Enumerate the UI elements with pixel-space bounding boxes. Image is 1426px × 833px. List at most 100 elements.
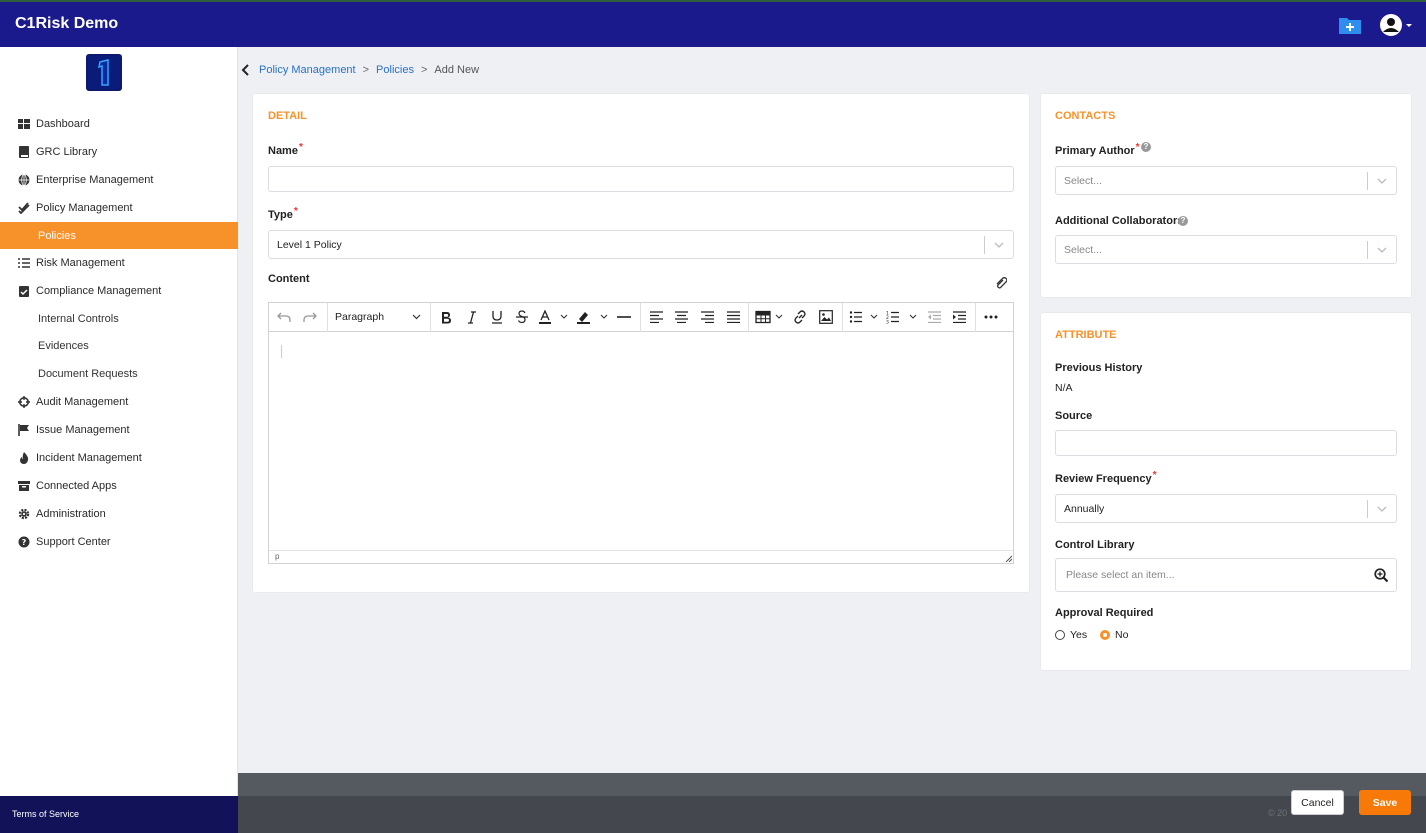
sidebar-item-incident-management[interactable]: Incident Management <box>0 446 238 470</box>
required-marker: * <box>1135 142 1140 153</box>
save-button[interactable]: Save <box>1359 790 1411 815</box>
cancel-button[interactable]: Cancel <box>1291 790 1344 815</box>
control-library-input[interactable]: Please select an item... <box>1055 558 1397 592</box>
folder-plus-icon[interactable] <box>1338 14 1362 36</box>
sidebar-item-evidences[interactable]: Evidences <box>0 334 238 358</box>
primary-author-select[interactable]: Select... <box>1055 166 1397 195</box>
app-logo <box>86 54 122 91</box>
radio-circle <box>1055 630 1065 640</box>
collaborators-select[interactable]: Select... <box>1055 235 1397 264</box>
sidebar-item-dashboard[interactable]: Dashboard <box>0 112 238 136</box>
svg-text:3: 3 <box>886 320 889 325</box>
sidebar-item-label: Dashboard <box>36 118 90 130</box>
sidebar-item-issue-management[interactable]: Issue Management <box>0 418 238 442</box>
user-menu-button[interactable] <box>1378 12 1414 38</box>
strikethrough-icon[interactable] <box>513 309 531 325</box>
sidebar-item-internal-controls[interactable]: Internal Controls <box>0 307 238 331</box>
sidebar-item-administration[interactable]: Administration <box>0 502 238 526</box>
text-color-icon[interactable] <box>539 309 569 325</box>
top-bar: C1Risk Demo <box>0 0 1426 47</box>
sidebar-item-enterprise-management[interactable]: Enterprise Management <box>0 168 238 192</box>
sidebar-item-audit-management[interactable]: Audit Management <box>0 390 238 414</box>
search-plus-icon[interactable] <box>1366 567 1396 583</box>
toolbar-divider <box>975 303 976 332</box>
sidebar-item-document-requests[interactable]: Document Requests <box>0 362 238 386</box>
bold-icon[interactable] <box>437 309 455 325</box>
sidebar-item-label: Policy Management <box>36 202 133 214</box>
terms-of-service-link[interactable]: Terms of Service <box>0 796 238 833</box>
sidebar-item-compliance-management[interactable]: Compliance Management <box>0 279 238 303</box>
required-marker: * <box>293 206 298 217</box>
approval-yes-radio[interactable]: Yes <box>1055 629 1087 641</box>
indent-icon[interactable] <box>950 309 968 325</box>
numbered-list-icon[interactable]: 123 <box>886 309 918 325</box>
book-icon <box>18 146 30 158</box>
insert-image-icon[interactable] <box>817 309 835 325</box>
bullet-list-icon[interactable] <box>849 309 879 325</box>
help-icon[interactable]: ? <box>1178 216 1188 226</box>
approval-required-label: Approval Required <box>1055 607 1154 619</box>
more-options-icon[interactable] <box>982 309 1000 325</box>
underline-icon[interactable] <box>488 309 506 325</box>
toolbar-divider <box>430 303 431 332</box>
align-justify-icon[interactable] <box>724 309 742 325</box>
sidebar: Dashboard GRC Library Enterprise Managem… <box>0 47 238 833</box>
sidebar-item-grc-library[interactable]: GRC Library <box>0 140 238 164</box>
radio-label: No <box>1115 629 1129 641</box>
required-marker: * <box>1152 470 1157 481</box>
chevron-down-icon <box>412 314 421 320</box>
user-circle-icon <box>1380 14 1402 36</box>
sidebar-item-support-center[interactable]: ? Support Center <box>0 530 238 554</box>
align-left-icon[interactable] <box>647 309 665 325</box>
gear-icon <box>18 508 30 520</box>
breadcrumb-policies[interactable]: Policies <box>376 64 414 76</box>
approval-no-radio[interactable]: No <box>1100 629 1128 641</box>
sidebar-item-risk-management[interactable]: Risk Management <box>0 251 238 275</box>
align-right-icon[interactable] <box>698 309 716 325</box>
sidebar-item-label: Issue Management <box>36 424 130 436</box>
list-icon <box>18 257 30 269</box>
type-select[interactable]: Level 1 Policy <box>268 230 1014 259</box>
review-frequency-select[interactable]: Annually <box>1055 494 1397 523</box>
type-label-text: Type <box>268 209 293 221</box>
chevron-left-icon[interactable] <box>240 63 252 77</box>
sidebar-item-label: Risk Management <box>36 257 125 269</box>
paperclip-icon[interactable] <box>995 277 1008 289</box>
link-icon[interactable] <box>791 309 809 325</box>
breadcrumb-separator: > <box>420 64 428 76</box>
previous-history-label: Previous History <box>1055 362 1143 374</box>
highlight-color-icon[interactable] <box>577 309 609 325</box>
block-format-dropdown[interactable]: Paragraph <box>331 309 425 325</box>
chevron-down-icon <box>1368 236 1396 263</box>
insert-table-icon[interactable] <box>755 309 785 325</box>
sidebar-item-label: Incident Management <box>36 452 142 464</box>
breadcrumb-policy-management[interactable]: Policy Management <box>259 64 356 76</box>
help-icon[interactable]: ? <box>1141 142 1151 152</box>
outdent-icon[interactable] <box>925 309 943 325</box>
editor-toolbar: Paragraph 123 <box>269 303 1013 332</box>
source-input[interactable] <box>1055 430 1397 456</box>
crosshair-icon <box>18 396 30 408</box>
svg-text:?: ? <box>22 538 27 547</box>
name-input[interactable] <box>268 166 1014 192</box>
sidebar-item-connected-apps[interactable]: Connected Apps <box>0 474 238 498</box>
radio-label: Yes <box>1070 629 1088 641</box>
detail-section-title: DETAIL <box>268 110 307 122</box>
editor-content-area[interactable] <box>269 333 1013 551</box>
italic-icon[interactable] <box>463 309 481 325</box>
sidebar-item-label: Connected Apps <box>36 480 117 492</box>
copyright-text: © 20 <box>1268 808 1288 818</box>
attribute-section-title: ATTRIBUTE <box>1055 329 1117 341</box>
sidebar-item-policies[interactable]: Policies <box>0 222 238 249</box>
previous-history-value: N/A <box>1055 382 1073 394</box>
align-center-icon[interactable] <box>672 309 690 325</box>
radio-circle-selected <box>1100 630 1110 640</box>
sidebar-item-label: Administration <box>36 508 106 520</box>
sidebar-item-policy-management[interactable]: Policy Management <box>0 196 238 220</box>
undo-icon[interactable] <box>275 309 293 325</box>
footer-bar <box>238 796 1426 833</box>
horizontal-line-icon[interactable] <box>615 309 633 325</box>
review-frequency-value: Annually <box>1064 502 1105 515</box>
redo-icon[interactable] <box>301 309 319 325</box>
content-label: Content <box>268 273 310 285</box>
